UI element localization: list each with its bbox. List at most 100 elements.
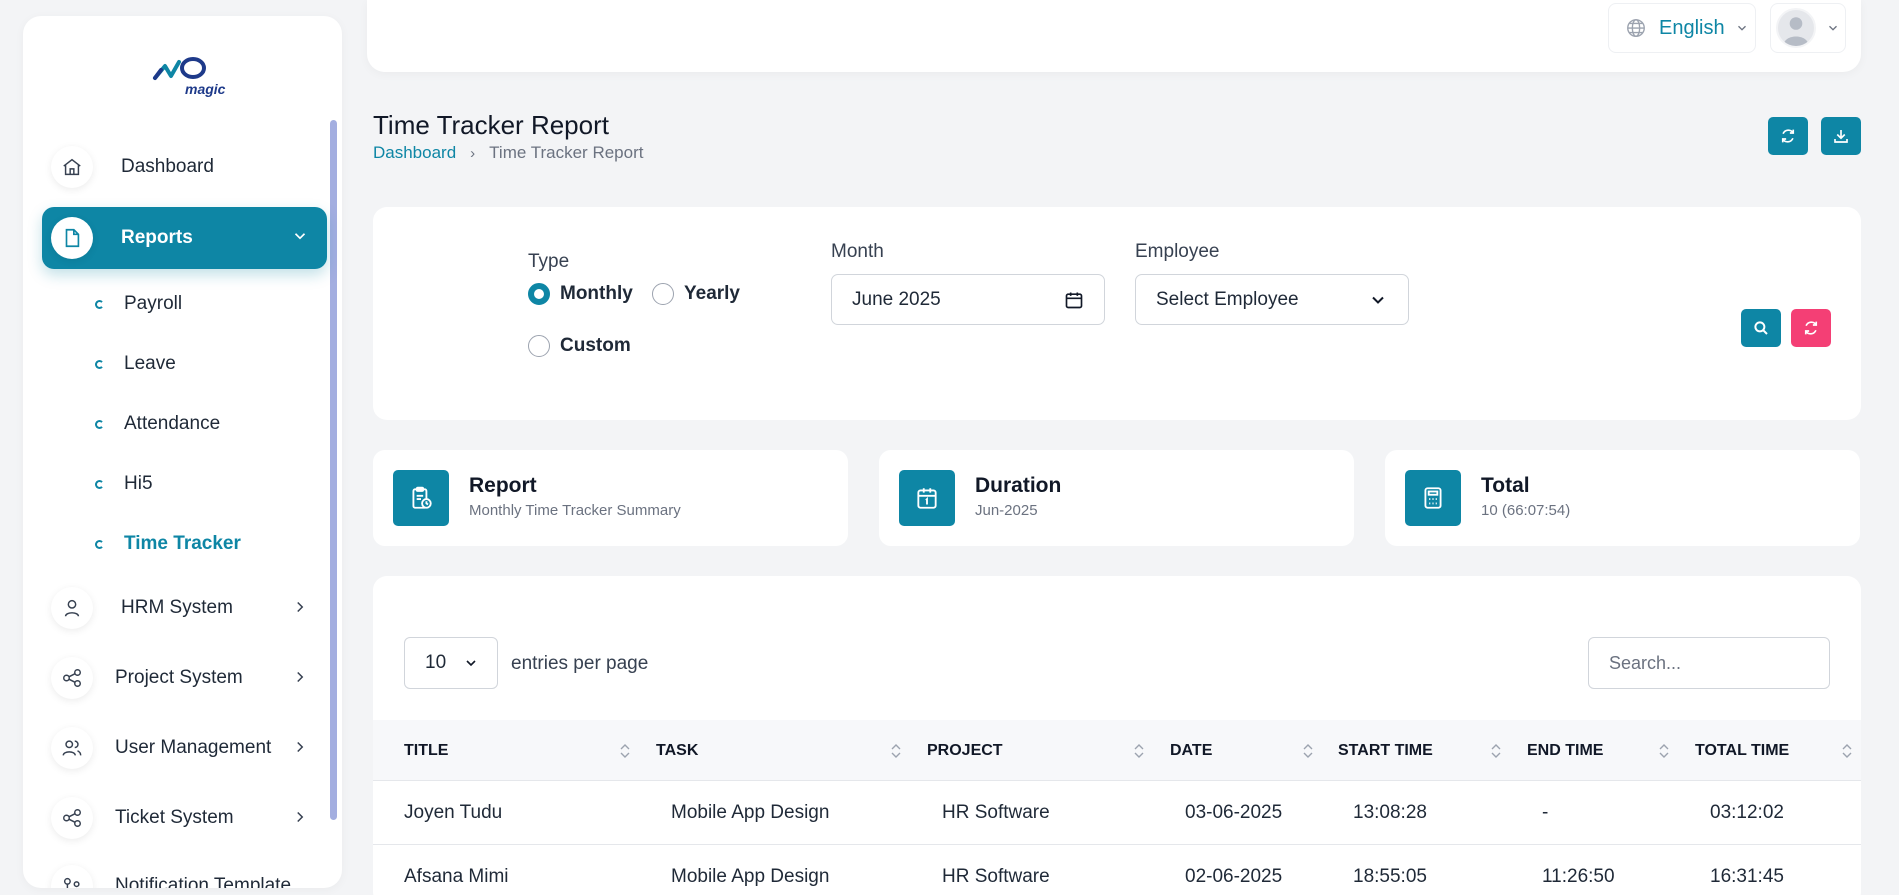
chevron-down-icon <box>1372 296 1384 304</box>
sidebar-item-label: User Management <box>115 737 272 758</box>
chevron-down-icon <box>1737 25 1746 31</box>
svg-text:magic: magic <box>185 81 226 97</box>
column-header-title[interactable]: TITLE <box>404 720 448 781</box>
chevron-right-icon: › <box>470 144 476 162</box>
chevron-right-icon <box>297 671 304 683</box>
share-icon <box>51 657 93 699</box>
reset-button[interactable] <box>1791 309 1831 347</box>
download-button[interactable] <box>1821 117 1861 155</box>
sort-icon[interactable] <box>891 742 901 760</box>
table-row[interactable]: Joyen Tudu Mobile App Design HR Software… <box>373 781 1861 845</box>
search-button[interactable] <box>1741 309 1781 347</box>
sidebar-subitem-label: Hi5 <box>124 473 153 494</box>
stat-card-duration: Duration Jun-2025 <box>879 450 1354 546</box>
stat-subtitle: Jun-2025 <box>975 502 1038 519</box>
cell-end-time: - <box>1542 802 1549 823</box>
cell-title: Joyen Tudu <box>404 802 503 823</box>
column-header-task[interactable]: TASK <box>656 720 698 781</box>
stat-subtitle: 10 (66:07:54) <box>1481 502 1571 519</box>
language-label: English <box>1659 16 1725 39</box>
cell-project: HR Software <box>942 866 1050 887</box>
document-icon <box>51 217 93 259</box>
globe-icon <box>1627 19 1645 37</box>
sidebar-subitem-hi5[interactable]: Hi5 <box>95 469 153 499</box>
table-card: 10 entries per page TITLE TASK PROJECT D… <box>373 576 1861 895</box>
type-radio-custom[interactable]: Custom <box>528 335 631 357</box>
chevron-right-icon <box>297 741 304 753</box>
user-menu[interactable] <box>1770 3 1846 53</box>
sort-icon[interactable] <box>1491 742 1501 760</box>
page-size-select[interactable]: 10 <box>404 637 498 689</box>
sidebar-subitem-leave[interactable]: Leave <box>95 349 176 379</box>
sidebar-item-label: HRM System <box>121 597 233 618</box>
bullet-icon <box>95 359 104 369</box>
column-header-date[interactable]: DATE <box>1170 720 1212 781</box>
sort-icon[interactable] <box>1842 742 1852 760</box>
sidebar-item-label: Reports <box>121 227 193 248</box>
app-logo[interactable]: magic <box>151 48 241 98</box>
bullet-icon <box>95 539 104 549</box>
month-picker[interactable]: June 2025 <box>831 274 1105 325</box>
refresh-icon <box>1804 321 1818 335</box>
download-icon <box>1834 130 1848 143</box>
share-icon <box>51 797 93 839</box>
filter-card: Type Monthly Yearly Custom Month June 20… <box>373 207 1861 420</box>
column-header-total-time[interactable]: TOTAL TIME <box>1695 720 1789 781</box>
breadcrumb-link-dashboard[interactable]: Dashboard <box>373 143 456 163</box>
search-input[interactable] <box>1588 637 1830 689</box>
stat-card-report: Report Monthly Time Tracker Summary <box>373 450 848 546</box>
cell-project: HR Software <box>942 802 1050 823</box>
table-row[interactable]: Afsana Mimi Mobile App Design HR Softwar… <box>373 845 1861 895</box>
sort-icon[interactable] <box>1659 742 1669 760</box>
language-selector[interactable]: English <box>1608 3 1756 53</box>
sidebar-item-hrm-system[interactable]: HRM System <box>42 578 327 638</box>
sidebar-subitem-payroll[interactable]: Payroll <box>95 289 182 319</box>
sort-icon[interactable] <box>1303 742 1313 760</box>
template-icon <box>51 865 93 888</box>
sidebar-subitem-label: Payroll <box>124 293 183 314</box>
employee-value: Select Employee <box>1156 288 1299 310</box>
month-label: Month <box>831 241 884 262</box>
column-header-start-time[interactable]: START TIME <box>1338 720 1433 781</box>
cell-start-time: 18:55:05 <box>1353 866 1427 887</box>
type-radio-monthly[interactable]: Monthly <box>528 283 633 305</box>
sidebar-subitem-attendance[interactable]: Attendance <box>95 409 220 439</box>
sort-icon[interactable] <box>620 742 630 760</box>
sidebar-subitem-time-tracker[interactable]: Time Tracker <box>95 529 241 559</box>
radio-label: Custom <box>560 335 631 356</box>
sidebar: magic Dashboard Reports Payroll Leave At… <box>23 16 342 888</box>
sidebar-subitem-label: Time Tracker <box>124 533 241 554</box>
sidebar-item-user-management[interactable]: User Management <box>42 718 327 778</box>
sidebar-scrollbar[interactable] <box>330 120 337 820</box>
sidebar-item-label: Dashboard <box>121 156 214 177</box>
sidebar-item-dashboard[interactable]: Dashboard <box>42 137 327 197</box>
sidebar-item-project-system[interactable]: Project System <box>42 648 327 708</box>
stat-subtitle: Monthly Time Tracker Summary <box>469 502 681 519</box>
page-title: Time Tracker Report <box>373 110 609 140</box>
stat-title: Report <box>469 474 537 497</box>
sidebar-item-notification-template[interactable]: Notification Template <box>42 856 327 888</box>
employee-select[interactable]: Select Employee <box>1135 274 1409 325</box>
radio-unchecked-icon <box>652 283 674 305</box>
user-avatar-icon <box>1783 17 1809 46</box>
type-radio-yearly[interactable]: Yearly <box>652 283 740 305</box>
stat-card-total: Total 10 (66:07:54) <box>1385 450 1860 546</box>
sidebar-item-reports[interactable]: Reports <box>42 207 327 269</box>
stat-title: Total <box>1481 474 1530 497</box>
sidebar-item-label: Ticket System <box>115 807 234 828</box>
cell-total-time: 03:12:02 <box>1710 802 1784 823</box>
column-header-end-time[interactable]: END TIME <box>1527 720 1603 781</box>
chevron-down-icon <box>1829 25 1837 31</box>
refresh-button[interactable] <box>1768 117 1808 155</box>
avatar <box>1776 8 1816 48</box>
chevron-down-icon <box>294 233 306 240</box>
sort-icon[interactable] <box>1134 742 1144 760</box>
table-header: TITLE TASK PROJECT DATE START TIME END T… <box>373 720 1861 781</box>
cell-task: Mobile App Design <box>671 866 830 887</box>
page-size-value: 10 <box>425 652 447 673</box>
user-icon <box>51 587 93 629</box>
cell-date: 03-06-2025 <box>1185 802 1283 823</box>
sidebar-item-ticket-system[interactable]: Ticket System <box>42 788 327 848</box>
cell-start-time: 13:08:28 <box>1353 802 1427 823</box>
column-header-project[interactable]: PROJECT <box>927 720 1003 781</box>
